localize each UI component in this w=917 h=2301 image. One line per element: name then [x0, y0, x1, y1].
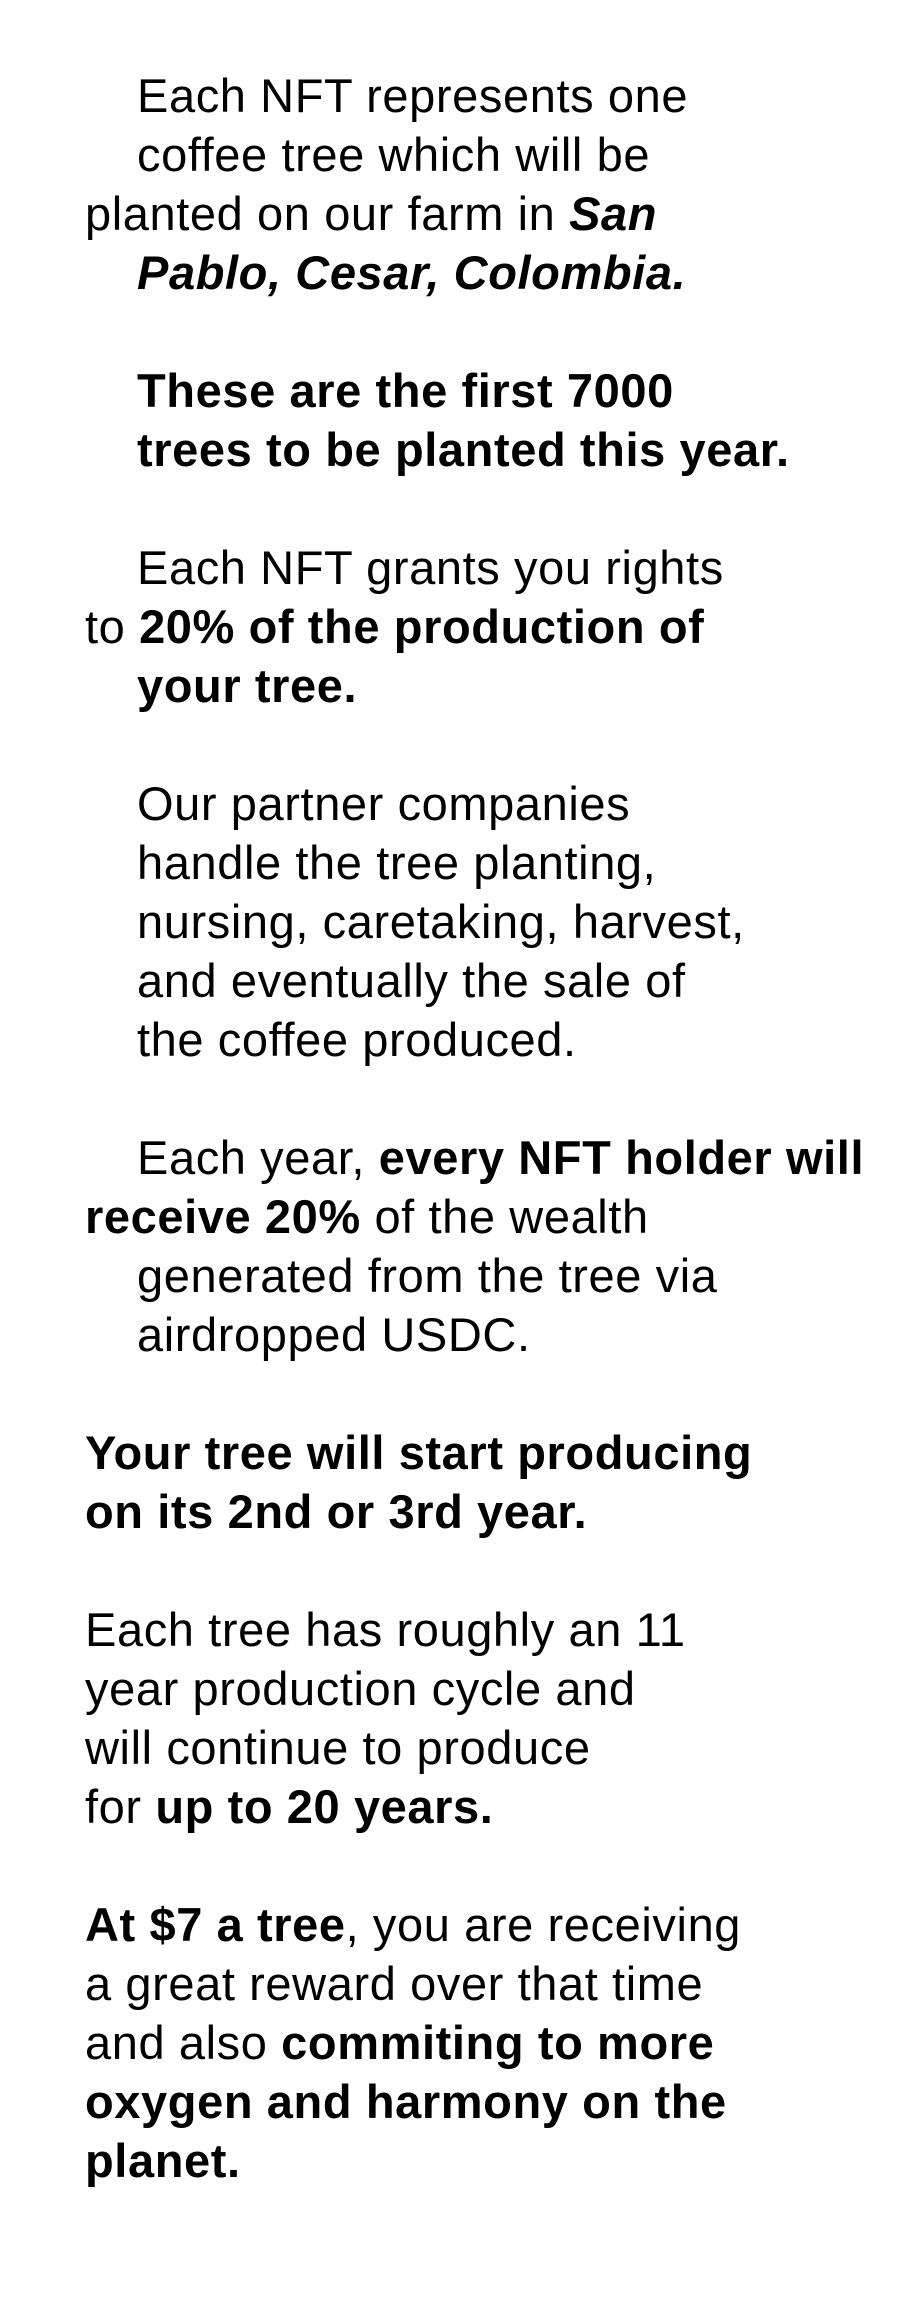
- text-line: and also: [85, 2016, 282, 2069]
- paragraph-nft-tree: Each NFT represents one coffee tree whic…: [85, 66, 875, 302]
- highlight-text: 20% of the production of: [139, 600, 705, 653]
- location-text: Pablo, Cesar, Colombia.: [137, 246, 687, 299]
- text-line: of the wealth: [360, 1190, 649, 1243]
- location-text: San: [569, 187, 658, 240]
- text-line: Each NFT represents one: [137, 69, 689, 122]
- paragraph-price: At $7 a tree, you are receiving a great …: [85, 1895, 875, 2190]
- text-line: and eventually the sale of: [137, 954, 686, 1007]
- paragraph-production-cycle: Each tree has roughly an 11 year product…: [85, 1600, 875, 1836]
- text-line: Each NFT grants you rights: [137, 541, 724, 594]
- text-line: a great reward over that time: [85, 1957, 704, 2010]
- text-line: nursing, caretaking, harvest,: [137, 895, 745, 948]
- text-line: will continue to produce: [85, 1721, 591, 1774]
- highlight-text: NFT holder: [518, 1131, 773, 1184]
- text-line: Each tree has roughly an 11: [85, 1603, 686, 1656]
- price-text: At $7 a tree: [85, 1898, 346, 1951]
- text-line: the coffee produced.: [137, 1013, 577, 1066]
- text-line: handle the tree planting,: [137, 836, 657, 889]
- paragraph-yearly-reward: Each year, every NFT holder will receive…: [85, 1128, 875, 1364]
- paragraph-first-trees: These are the first 7000 trees to be pla…: [85, 361, 875, 479]
- text-line: Your tree will start producing: [85, 1426, 753, 1479]
- text-line: airdropped USDC.: [137, 1308, 531, 1361]
- paragraph-partners: Our partner companies handle the tree pl…: [85, 774, 875, 1069]
- highlight-text: commiting to more: [281, 2016, 715, 2069]
- highlight-text: planet.: [85, 2134, 241, 2187]
- nft-description: Each NFT represents one coffee tree whic…: [85, 66, 875, 2190]
- text-line: trees to be planted this year.: [137, 423, 790, 476]
- text-line: to: [85, 600, 140, 653]
- text-line: These are the first 7000: [137, 364, 674, 417]
- text-line: planted on our farm in: [85, 187, 570, 240]
- text-line: year production cycle and: [85, 1662, 636, 1715]
- text-line: coffee tree which will be: [137, 128, 651, 181]
- highlight-text: oxygen and harmony on the: [85, 2075, 727, 2128]
- text-line: , you are receiving: [345, 1898, 742, 1951]
- text-line: generated from the tree via: [137, 1249, 718, 1302]
- highlight-text: up to 20 years.: [155, 1780, 494, 1833]
- highlight-text: your tree.: [137, 659, 358, 712]
- text-line: for: [85, 1780, 156, 1833]
- text-line: Our partner companies: [137, 777, 631, 830]
- text-line: every: [378, 1131, 519, 1184]
- text-line: Each year,: [137, 1131, 379, 1184]
- paragraph-rights: Each NFT grants you rights to 20% of the…: [85, 538, 875, 715]
- text-line: on its 2nd or 3rd year.: [85, 1485, 588, 1538]
- paragraph-production-start: Your tree will start producing on its 2n…: [85, 1423, 875, 1541]
